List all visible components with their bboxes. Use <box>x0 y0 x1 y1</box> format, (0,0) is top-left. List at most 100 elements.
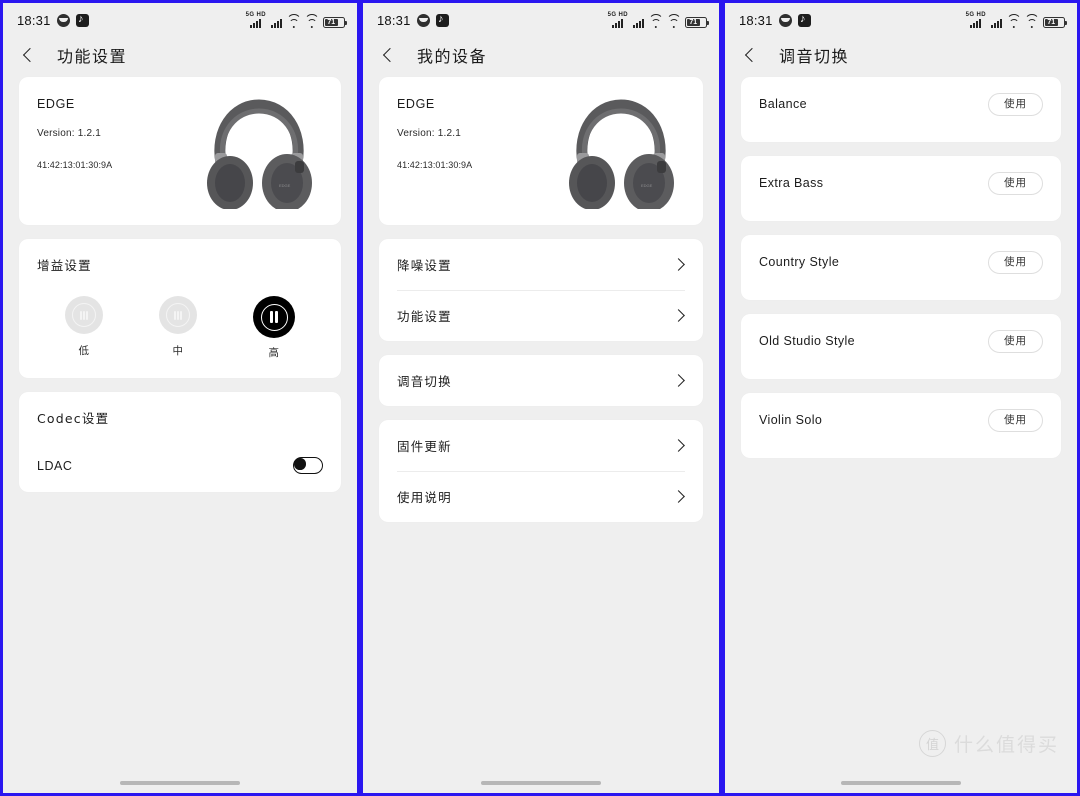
gain-options-row: 低 中 高 <box>37 296 323 360</box>
preset-card-country-style: Country Style 使用 <box>741 235 1061 300</box>
back-button[interactable] <box>739 42 765 68</box>
battery-icon: 71 <box>685 17 709 28</box>
phone-screen-function-settings: 18:31 5G HD 71 功能设置 EDGE Version: 1.2.1 <box>0 0 360 796</box>
status-time: 18:31 <box>17 12 51 28</box>
home-indicator <box>841 781 961 785</box>
headphones-image: EDGE <box>207 99 312 209</box>
nav-bar: 调音切换 <box>725 33 1077 77</box>
status-bar-right: 5G HD 71 <box>608 12 709 28</box>
menu-item-tuning-switch[interactable]: 调音切换 <box>379 355 703 406</box>
preset-label: Violin Solo <box>759 413 823 428</box>
tiktok-icon <box>435 13 449 27</box>
gain-option-medium[interactable]: 中 <box>159 296 197 360</box>
gain-option-label: 低 <box>78 345 90 357</box>
menu-item-anc-settings[interactable]: 降噪设置 <box>379 239 703 290</box>
page-title: 调音切换 <box>779 47 850 66</box>
preset-label: Country Style <box>759 255 840 270</box>
status-bar: 18:31 5G HD 71 <box>725 3 1077 33</box>
home-indicator <box>120 781 240 785</box>
screenshot-collage: 18:31 5G HD 71 功能设置 EDGE Version: 1.2.1 <box>0 0 1080 796</box>
use-preset-button[interactable]: 使用 <box>988 330 1043 353</box>
menu-item-firmware-update[interactable]: 固件更新 <box>379 420 703 471</box>
device-info-card: EDGE Version: 1.2.1 41:42:13:01:30:9A ED… <box>379 77 703 225</box>
battery-icon: 71 <box>1043 17 1067 28</box>
chevron-left-icon <box>22 47 38 63</box>
page-title: 功能设置 <box>57 47 128 66</box>
use-preset-button[interactable]: 使用 <box>988 251 1043 274</box>
signal-bars-icon <box>970 19 982 28</box>
smiley-icon <box>416 13 430 27</box>
status-bar: 18:31 5G HD 71 <box>3 3 357 33</box>
gain-settings-card: 增益设置 低 中 高 <box>19 239 341 378</box>
gain-option-label: 中 <box>172 345 184 357</box>
gain-option-label: 高 <box>268 347 280 359</box>
preset-card-balance: Balance 使用 <box>741 77 1061 142</box>
chevron-right-icon <box>672 439 685 452</box>
tiktok-icon <box>797 13 811 27</box>
gain-settings-title: 增益设置 <box>37 258 92 273</box>
svg-text:EDGE: EDGE <box>641 183 653 188</box>
chevron-right-icon <box>672 374 685 387</box>
back-button[interactable] <box>377 42 403 68</box>
network-type-label: 5G HD <box>245 12 266 18</box>
smzdm-logo-icon: 值 <box>918 730 946 757</box>
tiktok-icon <box>75 13 89 27</box>
back-button[interactable] <box>17 42 43 68</box>
wifi-icon <box>1006 14 1021 28</box>
use-preset-button[interactable]: 使用 <box>988 409 1043 432</box>
preset-label: Extra Bass <box>759 176 824 191</box>
chevron-left-icon <box>744 47 760 63</box>
signal-bars-icon-2 <box>633 19 644 28</box>
status-bar-left: 18:31 <box>377 13 449 28</box>
ldac-row: LDAC <box>37 457 323 474</box>
preset-label: Balance <box>759 97 807 112</box>
phone-screen-my-device: 18:31 5G HD 71 我的设备 EDGE Version: 1.2.1 <box>360 0 722 796</box>
cellular-signal-1: 5G HD <box>966 12 986 28</box>
battery-level: 71 <box>1045 19 1058 26</box>
codec-settings-card: Codec设置 LDAC <box>19 392 341 492</box>
preset-label: Old Studio Style <box>759 334 856 349</box>
menu-item-label: 降噪设置 <box>397 258 452 273</box>
page-title: 我的设备 <box>417 47 488 66</box>
nav-bar: 我的设备 <box>363 33 719 77</box>
watermark: 值 什么值得买 <box>918 730 1059 757</box>
watermark-text: 什么值得买 <box>953 734 1059 756</box>
status-bar-right: 5G HD 71 <box>966 12 1067 28</box>
menu-item-user-manual[interactable]: 使用说明 <box>379 471 703 522</box>
home-indicator <box>481 781 601 785</box>
headphones-image: EDGE <box>569 99 674 209</box>
gain-level-icon-selected <box>253 296 295 338</box>
chevron-right-icon <box>672 490 685 503</box>
ldac-toggle[interactable] <box>293 457 323 474</box>
preset-card-extra-bass: Extra Bass 使用 <box>741 156 1061 221</box>
preset-card-violin-solo: Violin Solo 使用 <box>741 393 1061 458</box>
toggle-knob <box>294 458 306 470</box>
smiley-icon <box>56 13 70 27</box>
status-bar-left: 18:31 <box>739 13 811 28</box>
menu-item-label: 使用说明 <box>397 490 452 505</box>
use-preset-button[interactable]: 使用 <box>988 172 1043 195</box>
menu-item-label: 功能设置 <box>397 309 452 324</box>
gain-level-icon <box>159 296 197 334</box>
gain-option-low[interactable]: 低 <box>65 296 103 360</box>
codec-settings-title: Codec设置 <box>37 411 110 426</box>
cellular-signal-1: 5G HD <box>246 12 266 28</box>
menu-group-1: 降噪设置 功能设置 <box>379 239 703 341</box>
wifi-icon-2 <box>1024 14 1039 28</box>
nav-bar: 功能设置 <box>3 33 357 77</box>
signal-bars-icon-2 <box>991 19 1002 28</box>
gain-option-high[interactable]: 高 <box>253 296 295 360</box>
smiley-icon <box>778 13 792 27</box>
gain-level-icon <box>65 296 103 334</box>
menu-group-3: 固件更新 使用说明 <box>379 420 703 522</box>
use-preset-button[interactable]: 使用 <box>988 93 1043 116</box>
status-bar: 18:31 5G HD 71 <box>363 3 719 33</box>
cellular-signal-1: 5G HD <box>608 12 628 28</box>
preset-card-old-studio-style: Old Studio Style 使用 <box>741 314 1061 379</box>
wifi-icon-2 <box>304 14 319 28</box>
menu-item-function-settings[interactable]: 功能设置 <box>379 290 703 341</box>
network-type-label: 5G HD <box>965 12 986 18</box>
signal-bars-icon <box>612 19 624 28</box>
chevron-left-icon <box>382 47 398 63</box>
menu-item-label: 固件更新 <box>397 439 452 454</box>
